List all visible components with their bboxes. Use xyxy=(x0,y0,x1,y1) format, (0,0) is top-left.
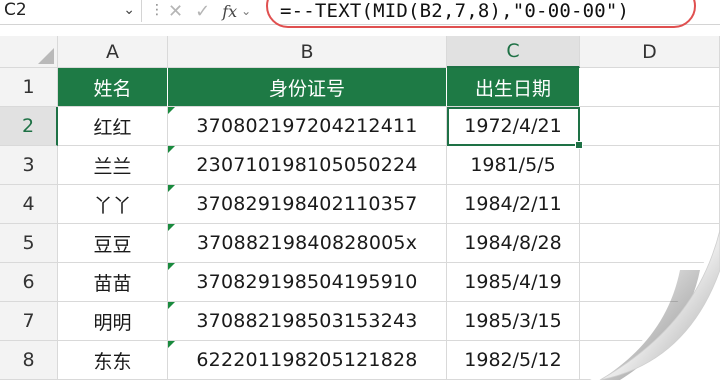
error-indicator-icon xyxy=(168,263,175,270)
error-indicator-icon xyxy=(168,341,175,348)
column-header-d[interactable]: D xyxy=(580,36,720,68)
name-cell[interactable]: 苗苗 xyxy=(58,263,168,302)
id-value: 370802197204212411 xyxy=(196,115,418,137)
empty-cell[interactable] xyxy=(580,68,720,107)
column-header-row: A B C D xyxy=(0,36,720,68)
error-indicator-icon xyxy=(168,302,175,309)
column-header-a[interactable]: A xyxy=(58,36,168,68)
row-header[interactable]: 4 xyxy=(0,185,58,224)
fill-handle[interactable] xyxy=(575,141,583,149)
header-cell-id[interactable]: 身份证号 xyxy=(168,68,447,107)
id-cell[interactable]: 370829198504195910 xyxy=(168,263,447,302)
column-header-b[interactable]: B xyxy=(168,36,447,68)
id-cell[interactable]: 37088219840828005x xyxy=(168,224,447,263)
table-row: 3 兰兰 230710198105050224 1981/5/5 xyxy=(0,146,720,185)
id-cell[interactable]: 230710198105050224 xyxy=(168,146,447,185)
name-box[interactable]: C2 ⌄ xyxy=(0,0,142,22)
formula-controls: ✕ ✓ fx ⌄ xyxy=(168,0,251,22)
row-header[interactable]: 6 xyxy=(0,263,58,302)
insert-function-icon[interactable]: fx xyxy=(222,2,237,21)
header-cell-name[interactable]: 姓名 xyxy=(58,68,168,107)
error-indicator-icon xyxy=(168,185,175,192)
header-cell-birth[interactable]: 出生日期 xyxy=(447,68,580,107)
name-cell[interactable]: 红红 xyxy=(58,107,168,146)
row-header[interactable]: 1 xyxy=(0,68,58,107)
page-curl-decoration xyxy=(590,230,720,380)
id-value: 370882198503153243 xyxy=(196,310,418,332)
error-indicator-icon xyxy=(168,224,175,231)
birth-cell[interactable]: 1984/2/11 xyxy=(447,185,580,224)
error-indicator-icon xyxy=(168,146,175,153)
name-cell[interactable]: 丫丫 xyxy=(58,185,168,224)
id-value: 622201198205121828 xyxy=(196,349,418,371)
empty-cell[interactable] xyxy=(580,146,720,185)
id-value: 37088219840828005x xyxy=(196,232,418,254)
birth-value: 1972/4/21 xyxy=(464,115,562,137)
birth-cell-selected[interactable]: 1972/4/21 xyxy=(447,107,583,149)
select-all-icon xyxy=(38,48,54,64)
name-cell[interactable]: 兰兰 xyxy=(58,146,168,185)
name-cell[interactable]: 东东 xyxy=(58,341,168,380)
id-cell[interactable]: 370802197204212411 xyxy=(168,107,447,146)
select-all-corner[interactable] xyxy=(0,36,58,68)
confirm-icon[interactable]: ✓ xyxy=(195,1,210,22)
table-row: 1 姓名 身份证号 出生日期 xyxy=(0,68,720,107)
id-value: 370829198504195910 xyxy=(196,271,418,293)
table-row: 2 红红 370802197204212411 1972/4/21 xyxy=(0,107,720,149)
id-cell[interactable]: 370882198503153243 xyxy=(168,302,447,341)
column-header-c[interactable]: C xyxy=(447,36,580,68)
row-header[interactable]: 3 xyxy=(0,146,58,185)
id-value: 230710198105050224 xyxy=(196,154,418,176)
row-header[interactable]: 8 xyxy=(0,341,58,380)
id-value: 370829198402110357 xyxy=(196,193,418,215)
drag-handle-icon[interactable]: ⋮ xyxy=(150,2,164,18)
formula-highlight-ring xyxy=(266,0,696,28)
formula-bar: C2 ⌄ ⋮ ✕ ✓ fx ⌄ =--TEXT(MID(B2,7,8),"0-0… xyxy=(0,0,720,28)
name-cell[interactable]: 豆豆 xyxy=(58,224,168,263)
chevron-down-icon[interactable]: ⌄ xyxy=(241,4,251,18)
id-cell[interactable]: 370829198402110357 xyxy=(168,185,447,224)
id-cell[interactable]: 622201198205121828 xyxy=(168,341,447,380)
table-row: 4 丫丫 370829198402110357 1984/2/11 xyxy=(0,185,720,224)
cancel-icon[interactable]: ✕ xyxy=(168,1,183,22)
row-header[interactable]: 5 xyxy=(0,224,58,263)
name-box-value: C2 xyxy=(4,0,27,20)
empty-cell[interactable] xyxy=(580,107,720,146)
empty-cell[interactable] xyxy=(580,185,720,224)
chevron-down-icon[interactable]: ⌄ xyxy=(123,0,135,20)
name-cell[interactable]: 明明 xyxy=(58,302,168,341)
error-indicator-icon xyxy=(168,107,175,114)
row-header[interactable]: 7 xyxy=(0,302,58,341)
birth-cell[interactable]: 1981/5/5 xyxy=(447,146,580,185)
row-header[interactable]: 2 xyxy=(0,107,58,146)
